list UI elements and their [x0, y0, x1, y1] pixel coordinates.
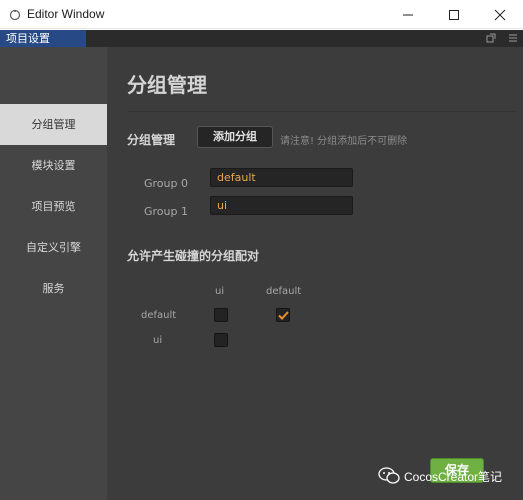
- watermark-text: CocosCreator笔记: [404, 469, 503, 484]
- group-section-label: 分组管理: [127, 133, 176, 147]
- close-button[interactable]: [477, 0, 523, 29]
- tab-project-settings[interactable]: 项目设置: [0, 30, 86, 47]
- matrix-row-header: ui: [153, 335, 163, 346]
- maximize-icon: [449, 10, 459, 20]
- group-1-name-field[interactable]: ui: [210, 196, 353, 215]
- sidebar-item-services[interactable]: 服务: [0, 268, 107, 309]
- minimize-icon: [403, 14, 413, 16]
- watermark: CocosCreator笔记: [378, 467, 502, 485]
- close-icon: [494, 9, 506, 21]
- matrix-column-header: ui: [215, 286, 225, 297]
- checkmark-icon: [278, 311, 289, 320]
- maximize-button[interactable]: [431, 0, 477, 29]
- wechat-icon: [378, 467, 400, 484]
- window-title: Editor Window: [27, 7, 105, 21]
- sidebar-item-custom-engine[interactable]: 自定义引擎: [0, 227, 107, 268]
- minimize-button[interactable]: [385, 0, 431, 29]
- title-divider: [127, 111, 517, 112]
- window-titlebar: Editor Window: [0, 0, 523, 29]
- popout-icon[interactable]: [486, 33, 496, 43]
- page-title: 分组管理: [127, 73, 207, 97]
- settings-panel: 分组管理 模块设置 项目预览 自定义引擎 服务 分组管理 分组管理 添加分组 请…: [0, 47, 523, 500]
- matrix-row-header: default: [141, 310, 177, 321]
- settings-sidebar: 分组管理 模块设置 项目预览 自定义引擎 服务: [0, 47, 107, 500]
- sidebar-item-project-preview[interactable]: 项目预览: [0, 186, 107, 227]
- sidebar-item-module-settings[interactable]: 模块设置: [0, 145, 107, 186]
- settings-content: 分组管理 分组管理 添加分组 请注意! 分组添加后不可删除 Group 0 de…: [107, 47, 523, 500]
- group-0-label: Group 0: [144, 177, 188, 190]
- panel-tab-strip: 项目设置: [0, 30, 523, 47]
- group-1-label: Group 1: [144, 205, 188, 218]
- collision-checkbox-ui-ui[interactable]: [214, 333, 228, 347]
- matrix-column-header: default: [266, 286, 302, 297]
- app-icon: [9, 9, 21, 21]
- menu-icon[interactable]: [508, 33, 518, 43]
- group-0-name-field[interactable]: default: [210, 168, 353, 187]
- collision-checkbox-default-default[interactable]: [276, 308, 290, 322]
- sidebar-item-group-management[interactable]: 分组管理: [0, 104, 107, 145]
- collision-section-label: 允许产生碰撞的分组配对: [127, 249, 260, 263]
- add-group-button[interactable]: 添加分组: [197, 126, 273, 148]
- collision-checkbox-default-ui[interactable]: [214, 308, 228, 322]
- add-group-hint: 请注意! 分组添加后不可删除: [280, 136, 408, 147]
